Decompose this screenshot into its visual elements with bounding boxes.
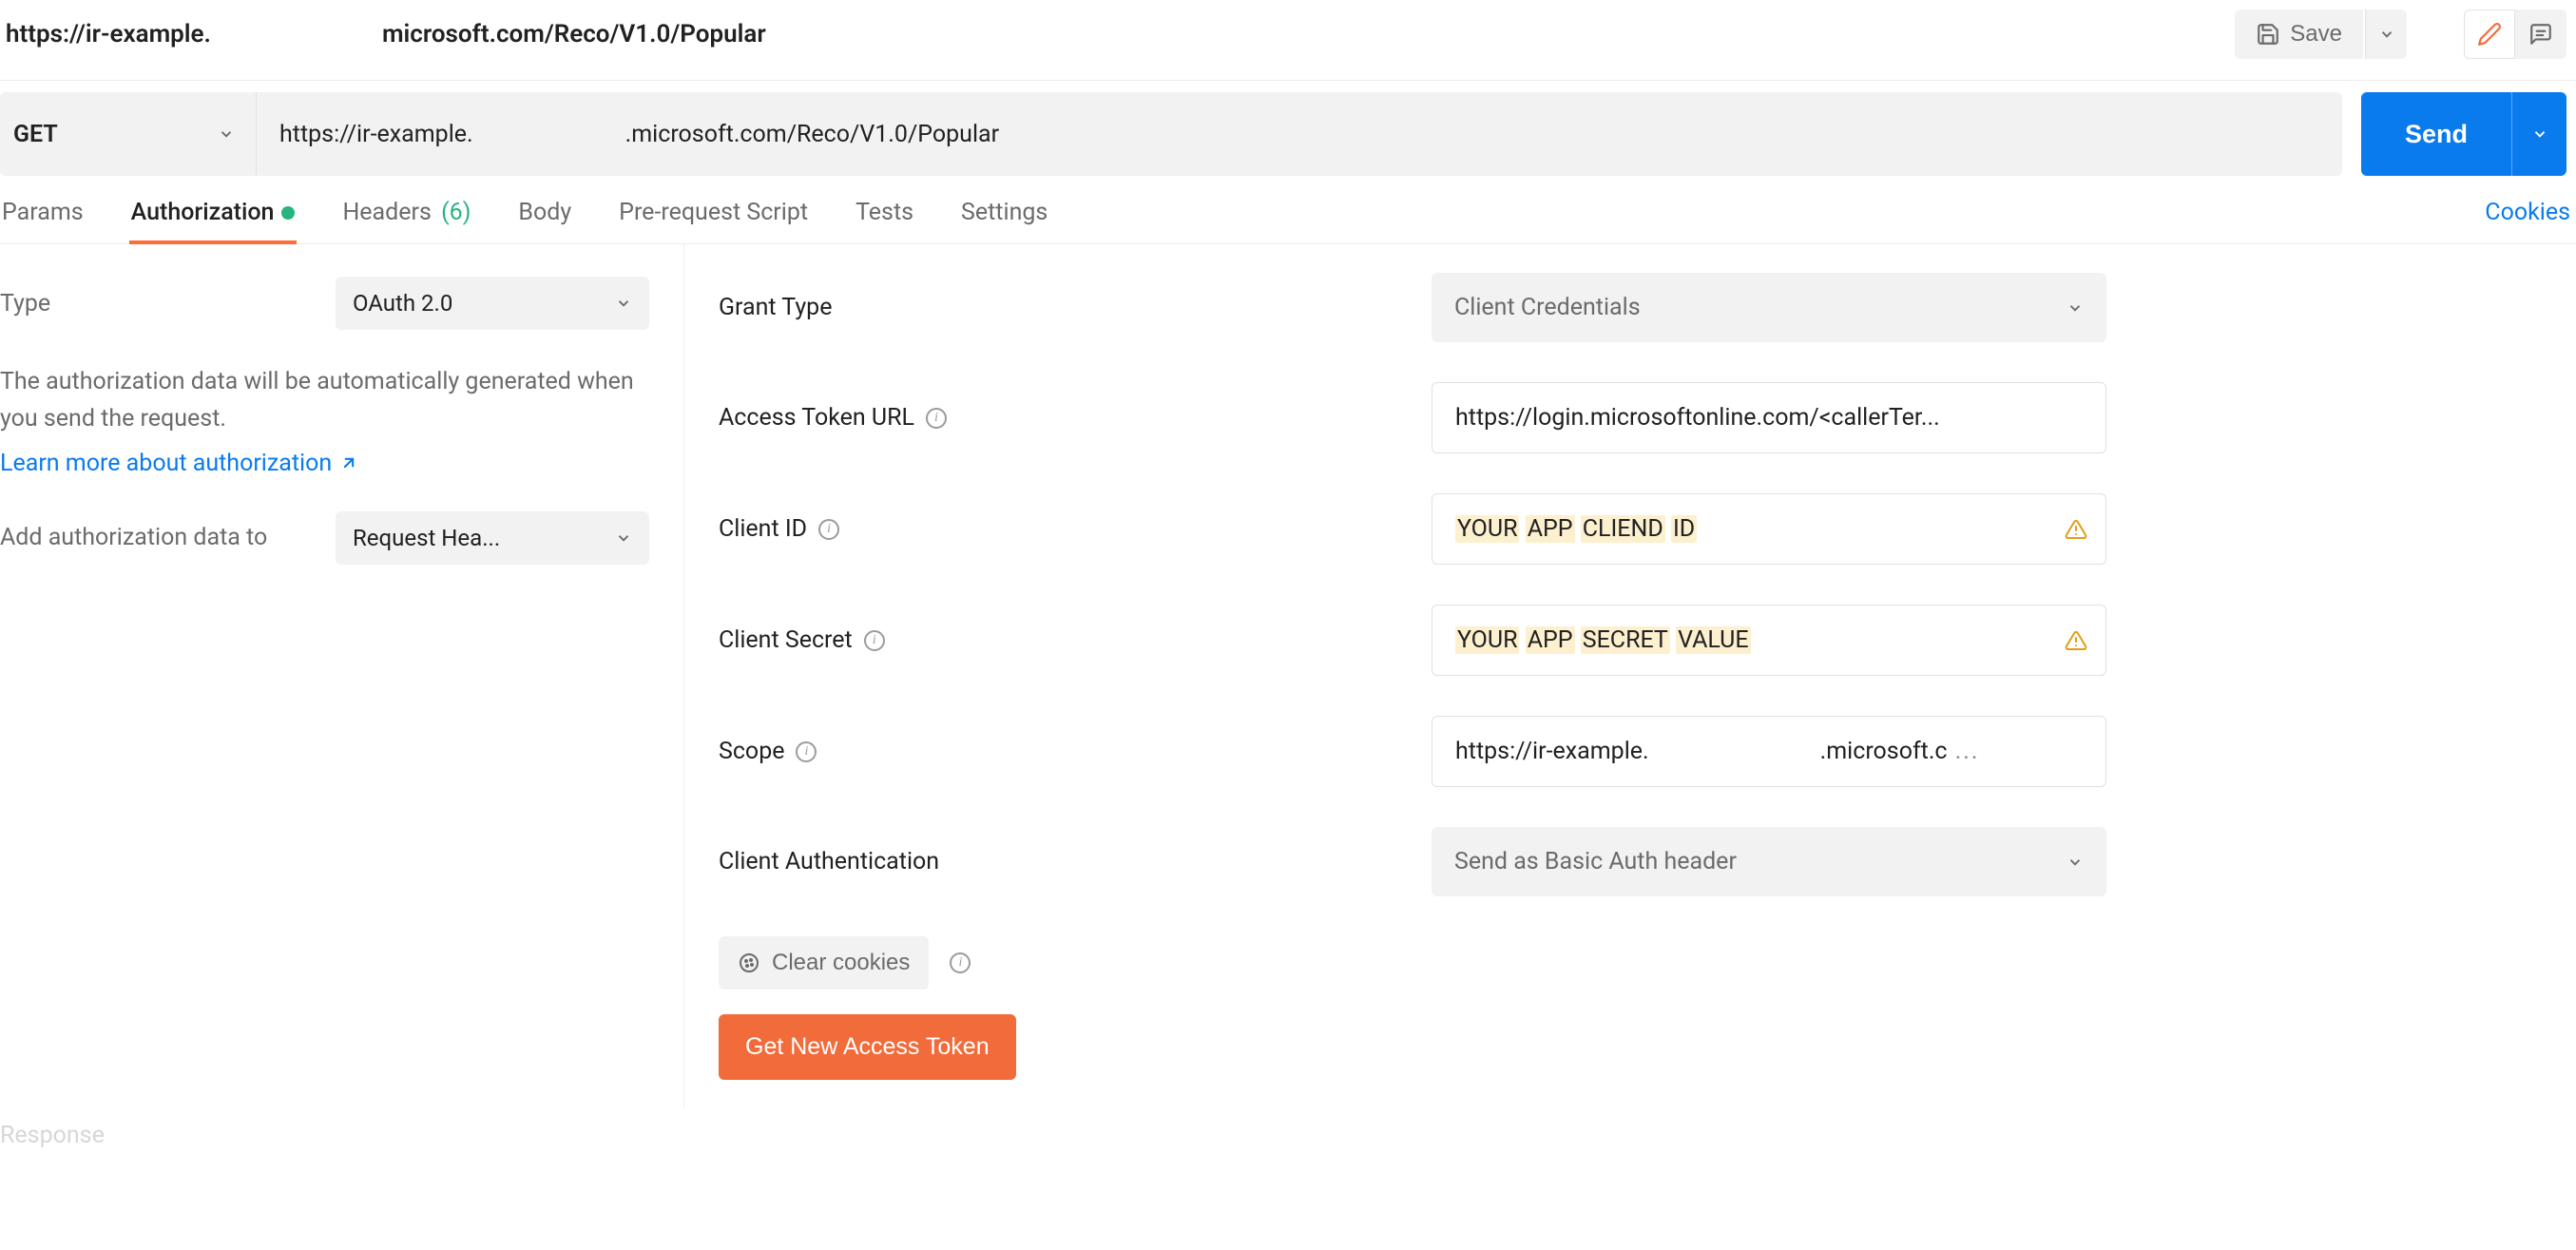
edit-button[interactable] bbox=[2464, 10, 2515, 59]
clear-cookies-label: Clear cookies bbox=[772, 950, 910, 976]
client-authentication-value: Send as Basic Auth header bbox=[1454, 848, 1737, 875]
auth-type-select[interactable]: OAuth 2.0 bbox=[336, 277, 649, 330]
pencil-icon bbox=[2477, 22, 2502, 47]
send-dropdown-button[interactable] bbox=[2511, 92, 2566, 176]
external-link-icon bbox=[339, 453, 358, 472]
grant-type-label: Grant Type bbox=[719, 294, 1432, 321]
grant-type-value: Client Credentials bbox=[1454, 294, 1641, 321]
add-auth-to-select[interactable]: Request Hea... bbox=[336, 511, 649, 565]
tab-body[interactable]: Body bbox=[516, 199, 573, 243]
client-id-label: Client ID i bbox=[719, 515, 1432, 543]
request-title-part1: https://ir-example. bbox=[6, 20, 211, 48]
auth-type-label: Type bbox=[0, 290, 50, 317]
info-icon[interactable]: i bbox=[950, 952, 971, 973]
cookie-icon bbox=[738, 952, 760, 974]
request-title-part2: microsoft.com/Reco/V1.0/Popular bbox=[382, 20, 766, 48]
save-button-label: Save bbox=[2290, 21, 2342, 48]
scope-input[interactable]: https://ir-example..microsoft.c ... bbox=[1432, 716, 2106, 787]
authorization-panel: Type OAuth 2.0 The authorization data wi… bbox=[0, 244, 2576, 1108]
tab-prerequest-script[interactable]: Pre-request Script bbox=[617, 199, 810, 243]
clear-cookies-row: Clear cookies i bbox=[719, 936, 2542, 990]
tabs-row: Params Authorization Headers (6) Body Pr… bbox=[0, 176, 2576, 244]
save-dropdown-button[interactable] bbox=[2365, 10, 2407, 59]
add-auth-to-value: Request Hea... bbox=[353, 525, 500, 551]
tab-tests[interactable]: Tests bbox=[854, 199, 915, 243]
grant-type-select[interactable]: Client Credentials bbox=[1432, 273, 2106, 342]
request-tabs: Params Authorization Headers (6) Body Pr… bbox=[0, 199, 2485, 243]
chevron-down-icon bbox=[615, 295, 632, 312]
headers-count: (6) bbox=[441, 199, 471, 226]
tab-headers[interactable]: Headers (6) bbox=[340, 199, 472, 243]
chevron-down-icon bbox=[2067, 854, 2084, 871]
chevron-down-icon bbox=[2067, 299, 2084, 317]
get-new-access-token-button[interactable]: Get New Access Token bbox=[719, 1014, 1016, 1080]
chevron-down-icon bbox=[218, 125, 235, 143]
info-icon[interactable]: i bbox=[864, 630, 885, 651]
access-token-url-label: Access Token URL i bbox=[719, 404, 1432, 432]
send-button[interactable]: Send bbox=[2361, 92, 2511, 176]
access-token-url-input[interactable]: https://login.microsoftonline.com/<calle… bbox=[1432, 382, 2106, 453]
info-icon[interactable]: i bbox=[926, 408, 947, 429]
info-icon[interactable]: i bbox=[818, 519, 839, 540]
save-button[interactable]: Save bbox=[2235, 10, 2363, 59]
client-authentication-select[interactable]: Send as Basic Auth header bbox=[1432, 827, 2106, 896]
client-authentication-label: Client Authentication bbox=[719, 848, 1432, 875]
tab-authorization[interactable]: Authorization bbox=[129, 199, 298, 243]
warning-icon bbox=[2065, 518, 2087, 541]
client-secret-label: Client Secret i bbox=[719, 626, 1432, 654]
toolbar-right: Save bbox=[2235, 10, 2576, 59]
request-row: GET https://ir-example. .microsoft.com/Re… bbox=[0, 92, 2576, 176]
comment-icon bbox=[2528, 22, 2553, 47]
auth-config-form: Grant Type Client Credentials Access Tok… bbox=[684, 244, 2576, 1108]
scope-label: Scope i bbox=[719, 738, 1432, 765]
request-url-input[interactable]: https://ir-example. .microsoft.com/Reco/V… bbox=[257, 92, 2342, 176]
auth-type-value: OAuth 2.0 bbox=[353, 290, 452, 317]
auth-left-pane: Type OAuth 2.0 The authorization data wi… bbox=[0, 244, 684, 1108]
tab-settings[interactable]: Settings bbox=[959, 199, 1049, 243]
send-button-label: Send bbox=[2405, 120, 2468, 148]
client-secret-input[interactable]: YOUR APP SECRET VALUE bbox=[1432, 605, 2106, 676]
add-auth-to-label: Add authorization data to bbox=[0, 520, 267, 556]
request-title: https://ir-example. microsoft.com/Reco/V1… bbox=[0, 20, 2235, 48]
clear-cookies-button[interactable]: Clear cookies bbox=[719, 936, 929, 990]
save-icon bbox=[2256, 22, 2280, 47]
cookies-link[interactable]: Cookies bbox=[2485, 199, 2576, 243]
request-url-part1: https://ir-example. bbox=[279, 121, 473, 148]
learn-more-link[interactable]: Learn more about authorization bbox=[0, 450, 358, 477]
http-method-value: GET bbox=[13, 121, 58, 148]
info-icon[interactable]: i bbox=[796, 741, 817, 762]
warning-icon bbox=[2065, 629, 2087, 652]
comment-button[interactable] bbox=[2515, 10, 2566, 59]
status-dot-icon bbox=[281, 206, 295, 220]
request-url-part2: .microsoft.com/Reco/V1.0/Popular bbox=[625, 121, 999, 148]
chevron-down-icon bbox=[615, 529, 632, 547]
top-bar: https://ir-example. microsoft.com/Reco/V1… bbox=[0, 0, 2576, 81]
response-section-label: Response bbox=[0, 1108, 2576, 1149]
auth-help-text: The authorization data will be automatic… bbox=[0, 364, 649, 438]
client-id-input[interactable]: YOUR APP CLIEND ID bbox=[1432, 493, 2106, 565]
tab-params[interactable]: Params bbox=[0, 199, 86, 243]
send-button-group: Send bbox=[2361, 92, 2566, 176]
http-method-select[interactable]: GET bbox=[0, 92, 257, 176]
